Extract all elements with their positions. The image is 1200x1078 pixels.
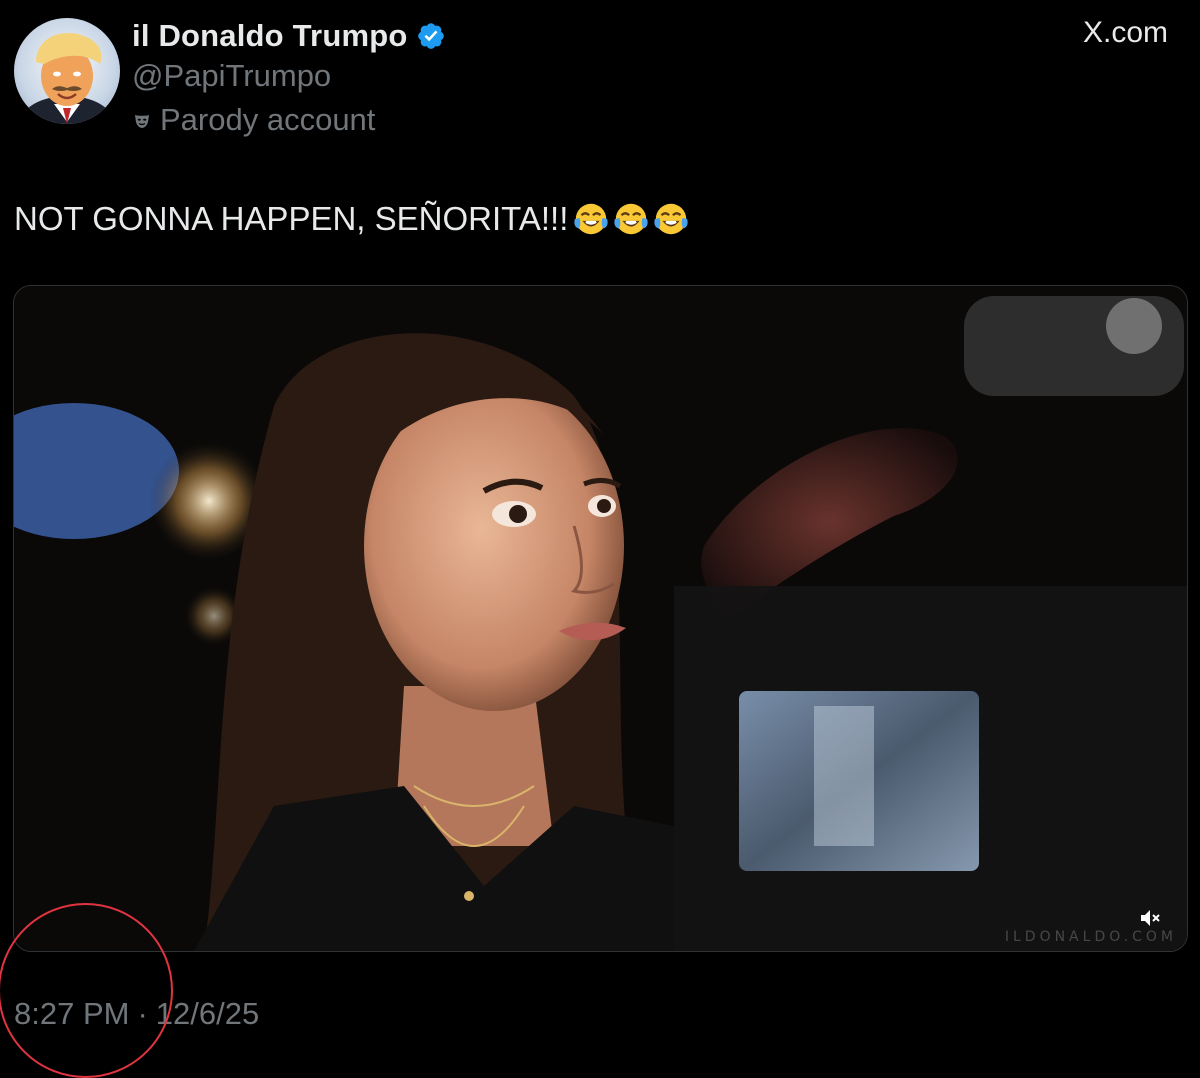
face-with-tears-of-joy-icon (614, 203, 649, 235)
video-watermark: ILDONALDO.COM (1004, 929, 1177, 945)
author-handle[interactable]: @PapiTrumpo (132, 58, 331, 94)
timestamp-separator: · (137, 996, 148, 1031)
parody-account-label: Parody account (132, 102, 375, 138)
author-display-name[interactable]: il Donaldo Trumpo (132, 18, 408, 54)
site-label: X.com (1083, 16, 1168, 50)
video-frame (14, 286, 1187, 951)
face-with-tears-of-joy-icon (654, 203, 689, 235)
emoji-group (570, 200, 690, 238)
speaker-muted-icon[interactable] (1137, 905, 1163, 931)
tweet-text: NOT GONNA HAPPEN, SEÑORITA!!! (14, 200, 690, 238)
profile-avatar[interactable] (14, 18, 120, 124)
parody-mask-icon (135, 115, 149, 128)
avatar-image (21, 33, 113, 124)
parody-label-text: Parody account (160, 102, 376, 137)
site-label-text: X.com (1082, 16, 1168, 49)
face-with-tears-of-joy-icon (574, 203, 609, 235)
tweet-timestamp[interactable]: 8:27 PM · 12/6/25 (14, 996, 259, 1032)
verified-badge-icon[interactable] (416, 21, 446, 51)
tweet-text-body: NOT GONNA HAPPEN, SEÑORITA!!! (14, 200, 569, 237)
tweet-date[interactable]: 12/6/25 (156, 996, 259, 1032)
tweet-time[interactable]: 8:27 PM (14, 996, 129, 1032)
tweet-video[interactable]: ILDONALDO.COM (13, 285, 1188, 952)
author-name-row: il Donaldo Trumpo (132, 14, 446, 58)
